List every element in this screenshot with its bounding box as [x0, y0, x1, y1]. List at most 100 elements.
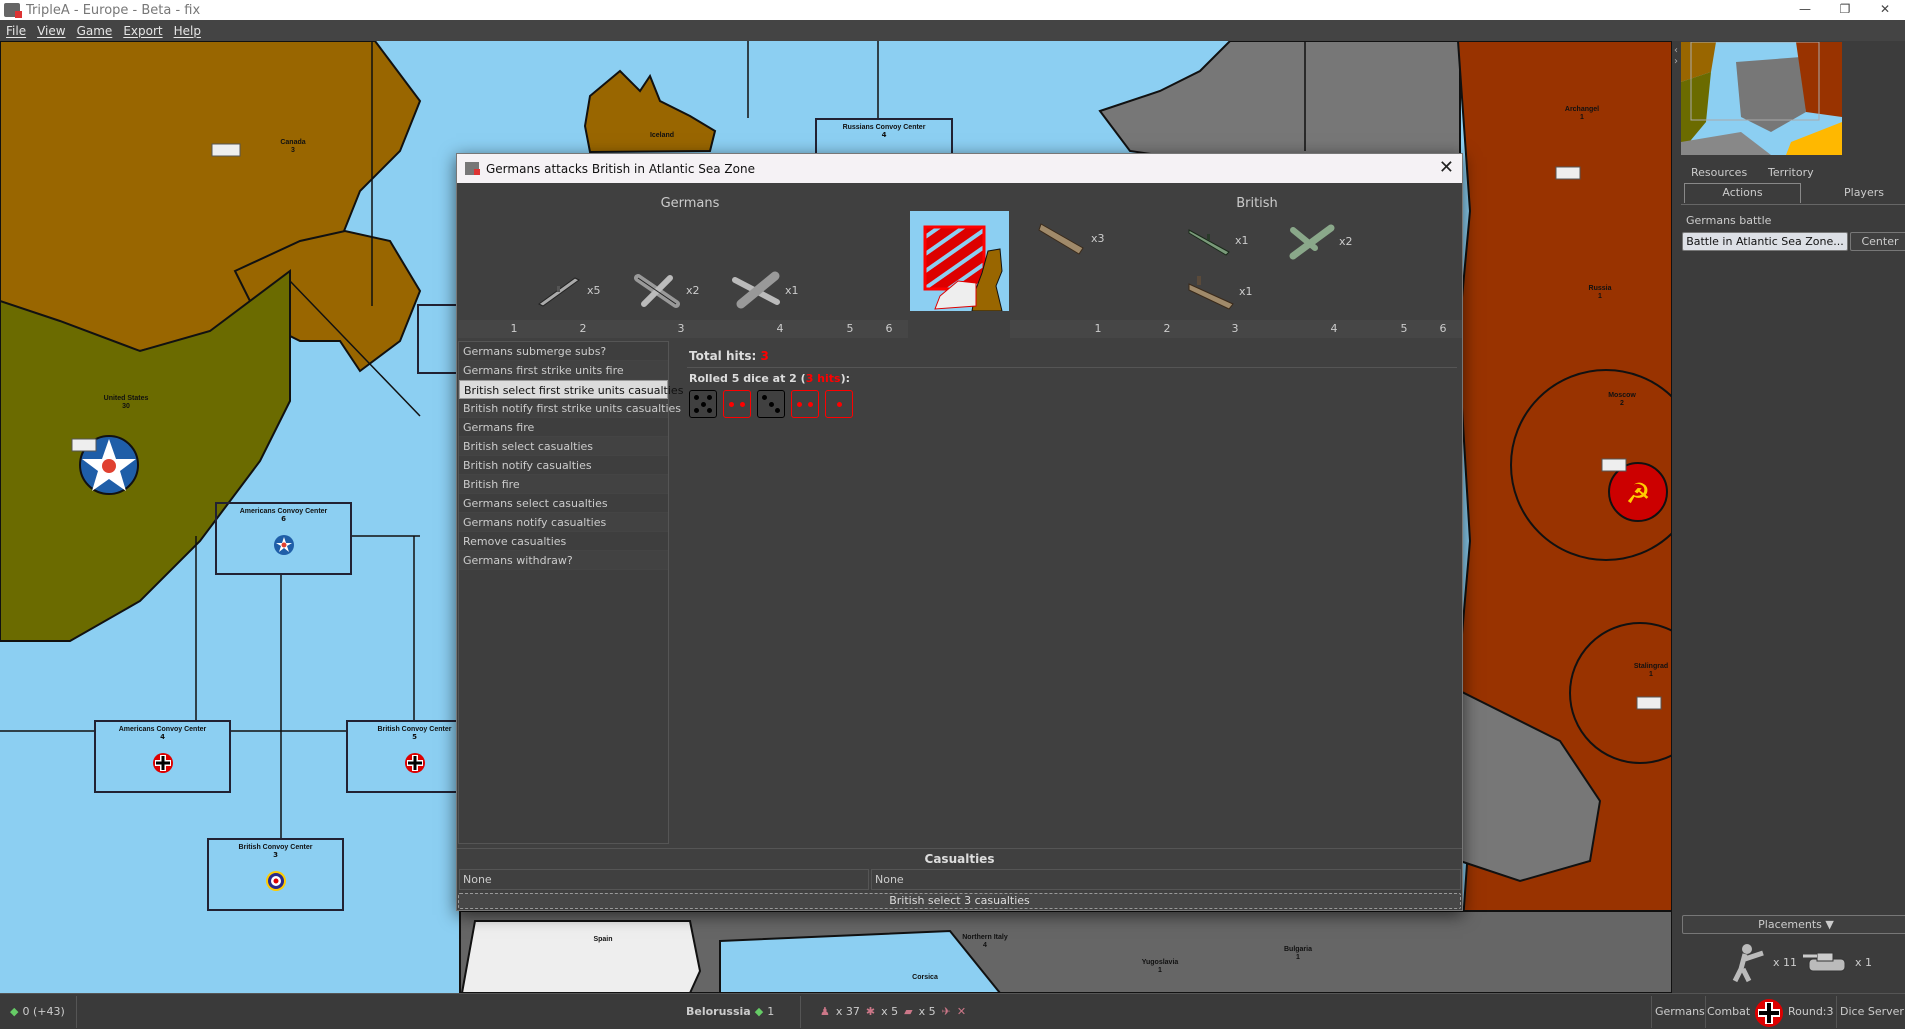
die-hit [723, 390, 751, 418]
placements-units: x 11 x 1 [1727, 941, 1872, 983]
tab-actions[interactable]: Actions [1684, 183, 1801, 203]
convoy-label: Americans Convoy Center [118, 726, 207, 733]
unit-count: x 1 [1855, 955, 1873, 969]
die-pip [807, 401, 813, 407]
infantry-icon: ♟ [820, 1005, 830, 1018]
label-spain: Spain [593, 936, 613, 943]
die-hit [791, 390, 819, 418]
convoy-americans-6[interactable]: Americans Convoy Center 6 [215, 502, 352, 575]
battle-steps-list[interactable]: Germans submerge subs? Germans first stri… [458, 341, 683, 844]
battle-step-item[interactable]: British fire [459, 475, 668, 494]
german-cross-icon [404, 753, 425, 773]
defender-col-3: 3 [1231, 322, 1239, 335]
label-bulgaria: Bulgaria 1 [1283, 946, 1313, 961]
tab-territory[interactable]: Territory [1768, 166, 1814, 179]
battle-step-item[interactable]: British select casualties [459, 437, 668, 456]
die-pip [729, 401, 735, 407]
sea-mediterranean [719, 929, 1002, 993]
defender-col-1: 1 [1094, 322, 1102, 335]
battle-step-item[interactable]: British select first strike units casual… [459, 380, 683, 399]
carrier-icon [1188, 276, 1234, 310]
battle-step-item[interactable]: British notify first strike units casual… [459, 399, 681, 418]
battle-step-item[interactable]: Germans fire [459, 418, 668, 437]
convoy-americans-4[interactable]: Americans Convoy Center 4 [94, 720, 231, 793]
roll-summary: Rolled 5 dice at 2 (3 hits): [689, 372, 851, 385]
battle-step-item[interactable]: Germans notify casualties [459, 513, 668, 532]
convoy-value: 4 [881, 131, 887, 139]
divider [76, 996, 77, 1028]
label-russia: Russia 1 [1588, 285, 1612, 300]
convoy-british-3[interactable]: British Convoy Center 3 [207, 838, 344, 911]
attacker-col-6: 6 [885, 322, 893, 335]
battle-step-item[interactable]: Germans withdraw? [459, 551, 668, 570]
convoy-value: 4 [160, 733, 165, 741]
menu-help[interactable]: Help [174, 24, 201, 38]
fighter-icon: ✈ [941, 1005, 951, 1018]
placements-dropdown[interactable]: Placements ▼ [1682, 915, 1905, 934]
battle-step-item[interactable]: Germans first strike units fire [459, 361, 668, 380]
battle-step-item[interactable]: Germans select casualties [459, 494, 668, 513]
convoy-value: 6 [281, 515, 286, 523]
battle-step-item[interactable]: British notify casualties [459, 456, 668, 475]
defender-casualties: None [871, 869, 1461, 890]
divider [1651, 996, 1652, 1028]
label-corsica: Corsica [912, 974, 938, 981]
hovered-territory: Belorussia ◆ 1 [686, 1005, 775, 1018]
destroyer-icon [1188, 229, 1230, 256]
minimize-button[interactable]: — [1785, 0, 1825, 20]
die-pip [768, 401, 774, 407]
divider [1836, 996, 1837, 1028]
unit-count: x1 [1235, 233, 1249, 247]
minimap[interactable] [1681, 42, 1842, 155]
fighter-icon [634, 274, 680, 308]
german-flag-icon [1755, 999, 1783, 1027]
battle-step-item[interactable]: Remove casualties [459, 532, 668, 551]
attacker-name: Germans [660, 196, 720, 211]
current-phase: Combat [1707, 1005, 1751, 1018]
window-title: TripleA - Europe - Beta - fix [26, 2, 201, 18]
territory-preview-image [910, 211, 1009, 311]
center-button[interactable]: Center [1850, 232, 1905, 251]
menu-view[interactable]: View [37, 24, 65, 38]
submarine-icon [538, 277, 580, 307]
tank-icon [1803, 952, 1846, 972]
attacker-col-5: 5 [846, 322, 854, 335]
die-pip [739, 401, 745, 407]
dice-server-indicator: Dice Server [1840, 1005, 1904, 1018]
select-casualties-button[interactable]: British select 3 casualties [458, 893, 1461, 909]
battle-atlantic-button[interactable]: Battle in Atlantic Sea Zone... [1682, 232, 1848, 251]
attacker-unit-bomber: x1 [731, 270, 799, 310]
close-window-button[interactable]: ✕ [1865, 0, 1905, 20]
label-stalingrad: Stalingrad 1 [1633, 663, 1669, 678]
total-hits: Total hits: 3 [689, 349, 769, 363]
tab-resources[interactable]: Resources [1691, 166, 1747, 179]
menu-bar: File View Game Export Help [0, 20, 1905, 41]
tab-players[interactable]: Players [1844, 186, 1884, 199]
convoy-label: British Convoy Center [238, 844, 313, 851]
defender-col-6: 6 [1439, 322, 1447, 335]
battle-step-item[interactable]: Germans submerge subs? [459, 342, 668, 361]
label-archangel: Archangel 1 [1564, 106, 1600, 121]
attacker-unit-fighter: x2 [632, 270, 700, 310]
aa-gun-icon: ✕ [956, 1005, 967, 1018]
casualties-title: Casualties [457, 848, 1462, 868]
german-cross-icon [152, 753, 173, 773]
attacker-unit-submarine: x5 [535, 272, 601, 308]
maximize-button[interactable]: ❐ [1825, 0, 1865, 20]
collapse-arrows-icon[interactable]: ‹ › [1674, 45, 1678, 67]
convoy-value: 3 [273, 851, 278, 859]
dialog-title: Germans attacks British in Atlantic Sea … [486, 161, 755, 176]
close-icon[interactable]: ✕ [1439, 158, 1454, 178]
die-pip [707, 395, 712, 400]
die-pip [762, 395, 767, 400]
pus-indicator: ◆ 0 (+43) [10, 1005, 65, 1018]
menu-game[interactable]: Game [77, 24, 113, 38]
pu-icon: ◆ [10, 1005, 19, 1018]
defender-col-5: 5 [1400, 322, 1408, 335]
menu-file[interactable]: File [6, 24, 26, 38]
menu-export[interactable]: Export [123, 24, 162, 38]
unit-count: x5 [587, 283, 601, 297]
convoy-label: Americans Convoy Center [239, 508, 328, 515]
die-miss [689, 390, 717, 418]
battle-section-label: Germans battle [1686, 214, 1772, 227]
